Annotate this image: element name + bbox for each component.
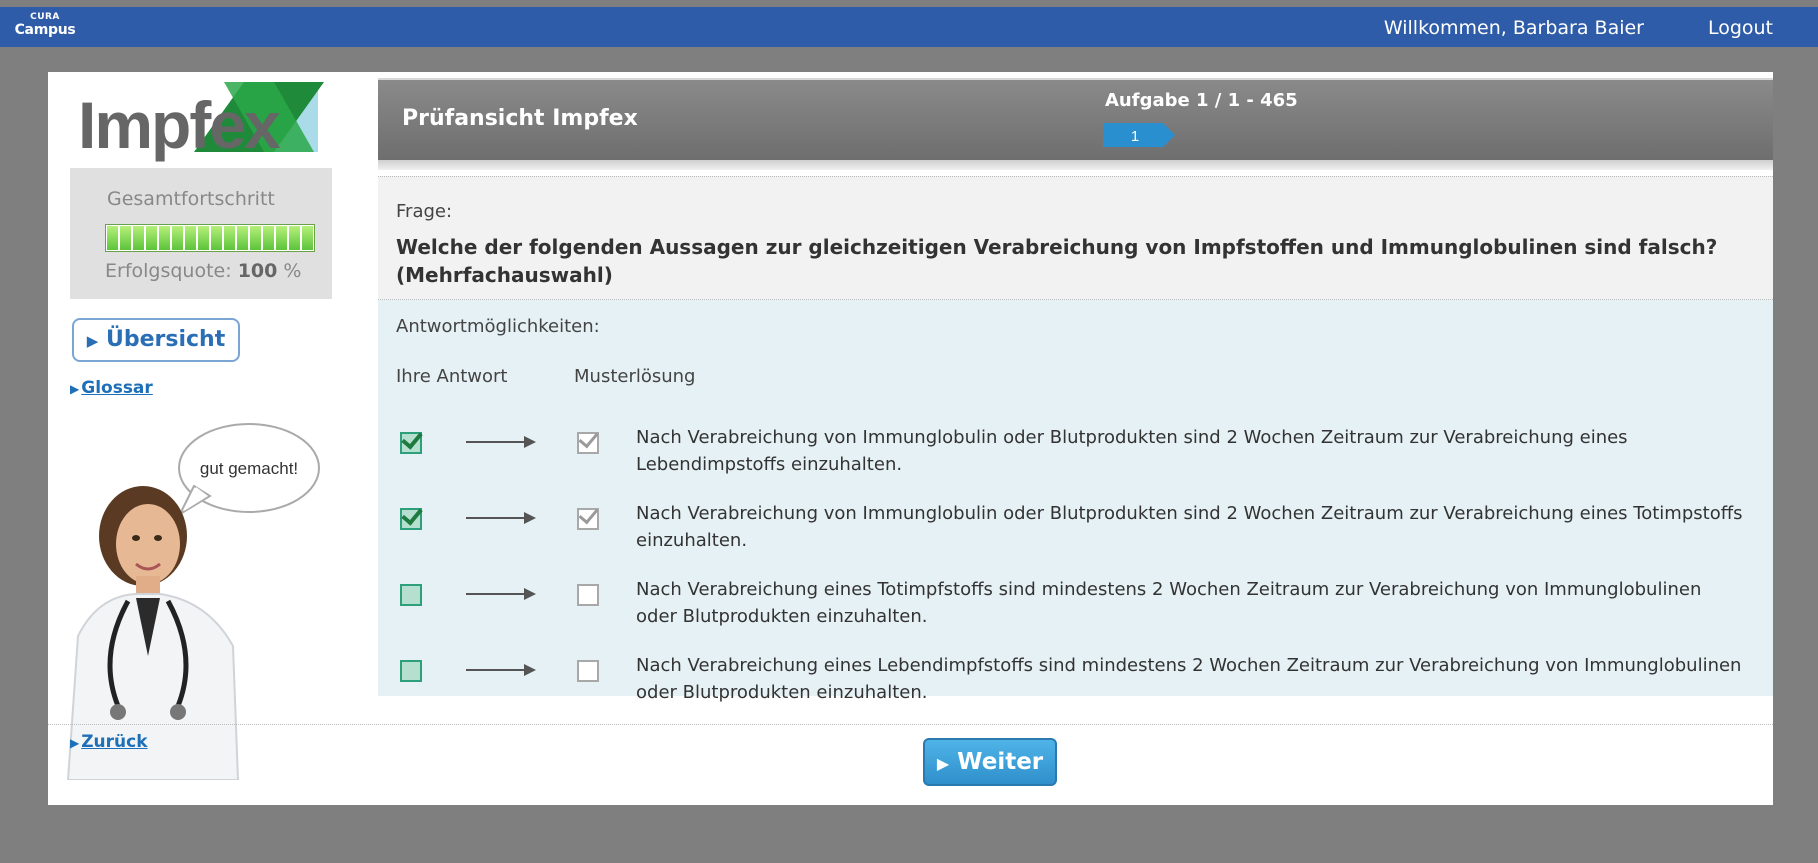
logo-text: Impfex	[78, 88, 281, 162]
welcome-text: Willkommen, Barbara Baier	[1383, 17, 1644, 39]
answer-text: Nach Verabreichung eines Lebendimpfstoff…	[636, 655, 1742, 703]
page-title: Prüfansicht Impfex	[402, 106, 638, 131]
progress-segment	[185, 226, 196, 250]
question-header: Prüfansicht Impfex Aufgabe 1 / 1 - 465 1	[378, 78, 1773, 160]
play-icon: ▶	[86, 332, 99, 350]
progress-segment	[198, 226, 209, 250]
play-icon: ▶	[70, 736, 80, 750]
overview-button[interactable]: ▶ Übersicht	[72, 318, 240, 362]
answer-text: Nach Verabreichung von Immunglobulin ode…	[636, 503, 1743, 551]
glossary-link[interactable]: ▶ Glossar	[70, 378, 153, 398]
speech-bubble-text: gut gemacht!	[200, 459, 298, 478]
your-answer-checkbox[interactable]	[400, 432, 422, 454]
progress-segment	[107, 226, 118, 250]
question-label: Frage:	[396, 201, 453, 222]
doctor-illustration: gut gemacht!	[58, 416, 324, 781]
answer-text: Nach Verabreichung eines Totimpfstoffs s…	[636, 579, 1702, 627]
answers-label: Antwortmöglichkeiten:	[396, 316, 600, 337]
progress-segment	[276, 226, 287, 250]
answer-text: Nach Verabreichung von Immunglobulin ode…	[636, 427, 1628, 475]
footer-divider	[48, 724, 1773, 725]
rate-unit: %	[283, 260, 302, 282]
brand-bottom: Campus	[14, 22, 76, 38]
progress-segment	[211, 226, 222, 250]
progress-segment	[224, 226, 235, 250]
back-link[interactable]: ▶ Zurück	[70, 732, 148, 752]
arrow-right-icon	[466, 512, 536, 524]
task-counter: Aufgabe 1 / 1 - 465	[1105, 90, 1298, 111]
question-text: Welche der folgenden Aussagen zur gleich…	[396, 235, 1718, 287]
header-shadow	[378, 160, 1773, 170]
progress-segment	[289, 226, 300, 250]
brand-top: CURA	[30, 12, 60, 22]
success-rate: Erfolgsquote: 100 %	[105, 260, 301, 282]
answer-row: Nach Verabreichung eines Totimpfstoffs s…	[378, 576, 1773, 646]
next-button[interactable]: ▶ Weiter	[923, 738, 1057, 786]
progress-segment	[120, 226, 131, 250]
progress-segment	[172, 226, 183, 250]
top-bar: CURA Campus Willkommen, Barbara Baier Lo…	[0, 7, 1818, 47]
question-panel: Frage: Welche der folgenden Aussagen zur…	[378, 176, 1773, 300]
overview-button-label: Übersicht	[105, 327, 226, 352]
arrow-right-icon	[466, 436, 536, 448]
rate-value: 100	[237, 260, 278, 282]
solution-checkbox	[577, 584, 599, 606]
answer-row: Nach Verabreichung von Immunglobulin ode…	[378, 500, 1773, 570]
your-answer-checkbox[interactable]	[400, 660, 422, 682]
your-answer-header: Ihre Antwort	[396, 366, 508, 387]
answers-panel: Antwortmöglichkeiten: Ihre Antwort Muste…	[378, 300, 1773, 703]
back-label: Zurück	[81, 732, 148, 752]
progress-segment	[133, 226, 144, 250]
arrow-right-icon	[466, 664, 536, 676]
rate-label: Erfolgsquote:	[105, 260, 232, 282]
progress-label: Gesamtfortschritt	[107, 188, 275, 210]
answer-row: Nach Verabreichung von Immunglobulin ode…	[378, 424, 1773, 494]
progress-segment	[250, 226, 261, 250]
progress-segment	[302, 226, 313, 250]
progress-segment	[263, 226, 274, 250]
task-tab-number: 1	[1131, 128, 1139, 145]
play-icon: ▶	[70, 382, 80, 396]
progress-panel: Gesamtfortschritt Erfolgsquote: 100 %	[70, 168, 332, 299]
progress-segment	[159, 226, 170, 250]
next-button-label: Weiter	[957, 749, 1044, 775]
logout-link[interactable]: Logout	[1708, 17, 1773, 39]
your-answer-checkbox[interactable]	[400, 584, 422, 606]
arrow-right-icon	[466, 588, 536, 600]
solution-checkbox	[577, 508, 599, 530]
solution-checkbox	[577, 432, 599, 454]
progress-segment	[146, 226, 157, 250]
your-answer-checkbox[interactable]	[400, 508, 422, 530]
task-tab-1[interactable]: 1	[1103, 123, 1175, 147]
impfex-logo: Impfex	[74, 80, 330, 162]
main-card: Impfex Gesamtfortschritt Erfolgsquote: 1…	[48, 72, 1773, 805]
curacampus-logo: CURA Campus	[14, 11, 76, 43]
glossary-label: Glossar	[81, 378, 153, 398]
progress-bar	[105, 224, 315, 252]
solution-header: Musterlösung	[574, 366, 696, 387]
play-icon: ▶	[936, 754, 950, 773]
progress-segment	[237, 226, 248, 250]
solution-checkbox	[577, 660, 599, 682]
answer-row: Nach Verabreichung eines Lebendimpfstoff…	[378, 652, 1773, 722]
